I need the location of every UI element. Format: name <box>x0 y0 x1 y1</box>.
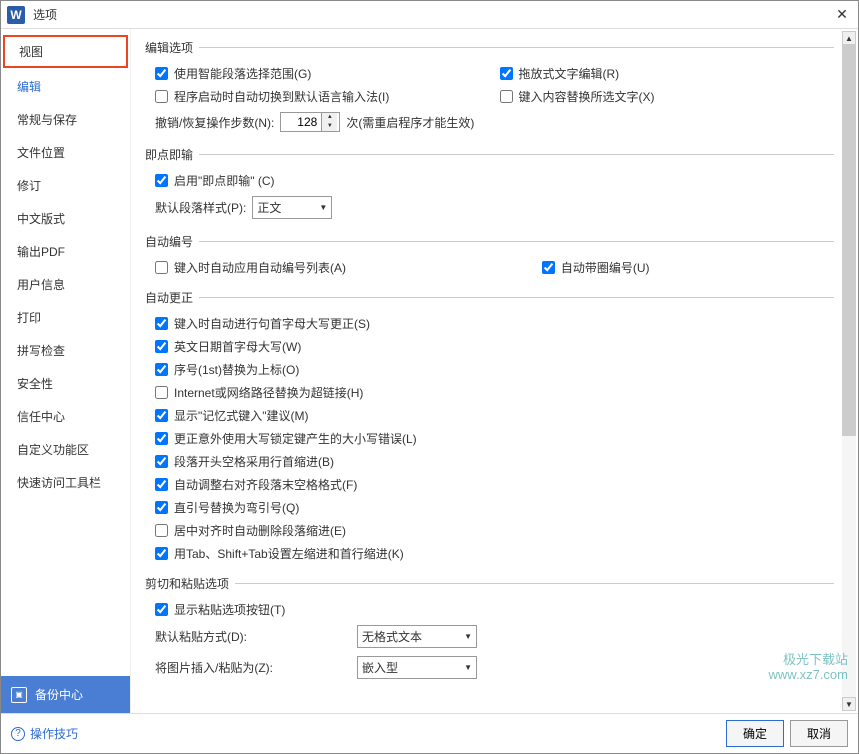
content-area: 编辑选项 使用智能段落选择范围(G) 拖放式文字编辑(R) 程序启动时自动切换到… <box>131 29 858 713</box>
sidebar-item-print[interactable]: 打印 <box>1 301 130 334</box>
image-paste-select[interactable]: 嵌入型 ▼ <box>357 656 477 679</box>
undo-note: 次(需重启程序才能生效) <box>346 114 474 131</box>
spin-up-icon[interactable]: ▲ <box>322 113 337 122</box>
checkbox-hyperlink[interactable]: Internet或网络路径替换为超链接(H) <box>155 384 363 401</box>
checkbox-ordinal[interactable]: 序号(1st)替换为上标(O) <box>155 361 299 378</box>
sidebar-item-view[interactable]: 视图 <box>3 35 128 68</box>
sidebar: 视图 编辑 常规与保存 文件位置 修订 中文版式 输出PDF 用户信息 打印 拼… <box>1 29 131 713</box>
default-style-label: 默认段落样式(P): <box>155 199 246 216</box>
checkbox-drag-edit[interactable]: 拖放式文字编辑(R) <box>500 65 620 82</box>
checkbox-spaceindent[interactable]: 段落开头空格采用行首缩进(B) <box>155 453 334 470</box>
checkbox-straightquotes[interactable]: 直引号替换为弯引号(Q) <box>155 499 299 516</box>
spin-down-icon[interactable]: ▼ <box>322 122 337 131</box>
checkbox-show-pastebtn[interactable]: 显示粘贴选项按钮(T) <box>155 601 285 618</box>
checkbox-adjustspaces[interactable]: 自动调整右对齐段落末空格格式(F) <box>155 476 357 493</box>
group-edit-options: 编辑选项 使用智能段落选择范围(G) 拖放式文字编辑(R) 程序启动时自动切换到… <box>145 39 834 136</box>
scroll-up-icon[interactable]: ▲ <box>842 31 856 45</box>
tips-link[interactable]: ? 操作技巧 <box>11 725 78 742</box>
titlebar: W 选项 ✕ <box>1 1 858 29</box>
default-style-select[interactable]: 正文 ▼ <box>252 196 332 219</box>
chevron-down-icon: ▼ <box>464 663 472 672</box>
group-title-cutpaste: 剪切和粘贴选项 <box>145 575 229 592</box>
default-paste-label: 默认粘贴方式(D): <box>155 628 295 645</box>
group-title-autonumber: 自动编号 <box>145 233 193 250</box>
ok-button[interactable]: 确定 <box>726 720 784 747</box>
group-title-clicktype: 即点即输 <box>145 146 193 163</box>
checkbox-tabindent[interactable]: 用Tab、Shift+Tab设置左缩进和首行缩进(K) <box>155 545 404 562</box>
options-window: W 选项 ✕ 视图 编辑 常规与保存 文件位置 修订 中文版式 输出PDF 用户… <box>0 0 859 754</box>
sidebar-item-userinfo[interactable]: 用户信息 <box>1 268 130 301</box>
chevron-down-icon: ▼ <box>319 203 327 212</box>
group-auto-correct: 自动更正 键入时自动进行句首字母大写更正(S) 英文日期首字母大写(W) 序号(… <box>145 289 834 565</box>
vertical-scrollbar[interactable]: ▲ ▼ <box>842 31 856 711</box>
checkbox-endate[interactable]: 英文日期首字母大写(W) <box>155 338 301 355</box>
bottom-bar: ? 操作技巧 确定 取消 <box>1 713 858 753</box>
group-title-autocorrect: 自动更正 <box>145 289 193 306</box>
sidebar-item-trust[interactable]: 信任中心 <box>1 400 130 433</box>
sidebar-item-chinese[interactable]: 中文版式 <box>1 202 130 235</box>
image-paste-label: 将图片插入/粘贴为(Z): <box>155 659 295 676</box>
sidebar-item-security[interactable]: 安全性 <box>1 367 130 400</box>
checkbox-enable-clicktype[interactable]: 启用"即点即输" (C) <box>155 172 275 189</box>
chevron-down-icon: ▼ <box>464 632 472 641</box>
backup-center-button[interactable]: ▣ 备份中心 <box>1 676 130 713</box>
checkbox-replace-selected[interactable]: 键入内容替换所选文字(X) <box>500 88 655 105</box>
help-icon: ? <box>11 727 25 741</box>
scroll-thumb[interactable] <box>842 45 856 436</box>
window-title: 选项 <box>33 6 57 23</box>
checkbox-memorytype[interactable]: 显示"记忆式键入"建议(M) <box>155 407 309 424</box>
checkbox-centerindent[interactable]: 居中对齐时自动删除段落缩进(E) <box>155 522 346 539</box>
sidebar-item-spell[interactable]: 拼写检查 <box>1 334 130 367</box>
checkbox-circle-number[interactable]: 自动带圈编号(U) <box>542 259 650 276</box>
checkbox-apply-list[interactable]: 键入时自动应用自动编号列表(A) <box>155 259 346 276</box>
sidebar-item-pdf[interactable]: 输出PDF <box>1 235 130 268</box>
backup-icon: ▣ <box>11 687 27 703</box>
checkbox-smart-select[interactable]: 使用智能段落选择范围(G) <box>155 65 311 82</box>
undo-steps-input[interactable] <box>281 113 321 131</box>
default-paste-select[interactable]: 无格式文本 ▼ <box>357 625 477 648</box>
group-cut-paste: 剪切和粘贴选项 显示粘贴选项按钮(T) 默认粘贴方式(D): 无格式文本 ▼ 将… <box>145 575 834 683</box>
group-auto-number: 自动编号 键入时自动应用自动编号列表(A) 自动带圈编号(U) <box>145 233 834 279</box>
cancel-button[interactable]: 取消 <box>790 720 848 747</box>
checkbox-ime-switch[interactable]: 程序启动时自动切换到默认语言输入法(I) <box>155 88 389 105</box>
checkbox-capslock[interactable]: 更正意外使用大写锁定键产生的大小写错误(L) <box>155 430 417 447</box>
undo-steps-spinner[interactable]: ▲▼ <box>280 112 340 132</box>
undo-label: 撤销/恢复操作步数(N): <box>155 114 274 131</box>
group-click-type: 即点即输 启用"即点即输" (C) 默认段落样式(P): 正文 ▼ <box>145 146 834 223</box>
scroll-down-icon[interactable]: ▼ <box>842 697 856 711</box>
sidebar-item-edit[interactable]: 编辑 <box>1 70 130 103</box>
sidebar-item-quicktoolbar[interactable]: 快速访问工具栏 <box>1 466 130 499</box>
sidebar-item-general[interactable]: 常规与保存 <box>1 103 130 136</box>
sidebar-item-filelocation[interactable]: 文件位置 <box>1 136 130 169</box>
group-title-edit: 编辑选项 <box>145 39 193 56</box>
sidebar-item-customribbon[interactable]: 自定义功能区 <box>1 433 130 466</box>
checkbox-firstletter[interactable]: 键入时自动进行句首字母大写更正(S) <box>155 315 370 332</box>
app-logo: W <box>7 6 25 24</box>
sidebar-item-revision[interactable]: 修订 <box>1 169 130 202</box>
close-icon[interactable]: ✕ <box>832 5 852 25</box>
